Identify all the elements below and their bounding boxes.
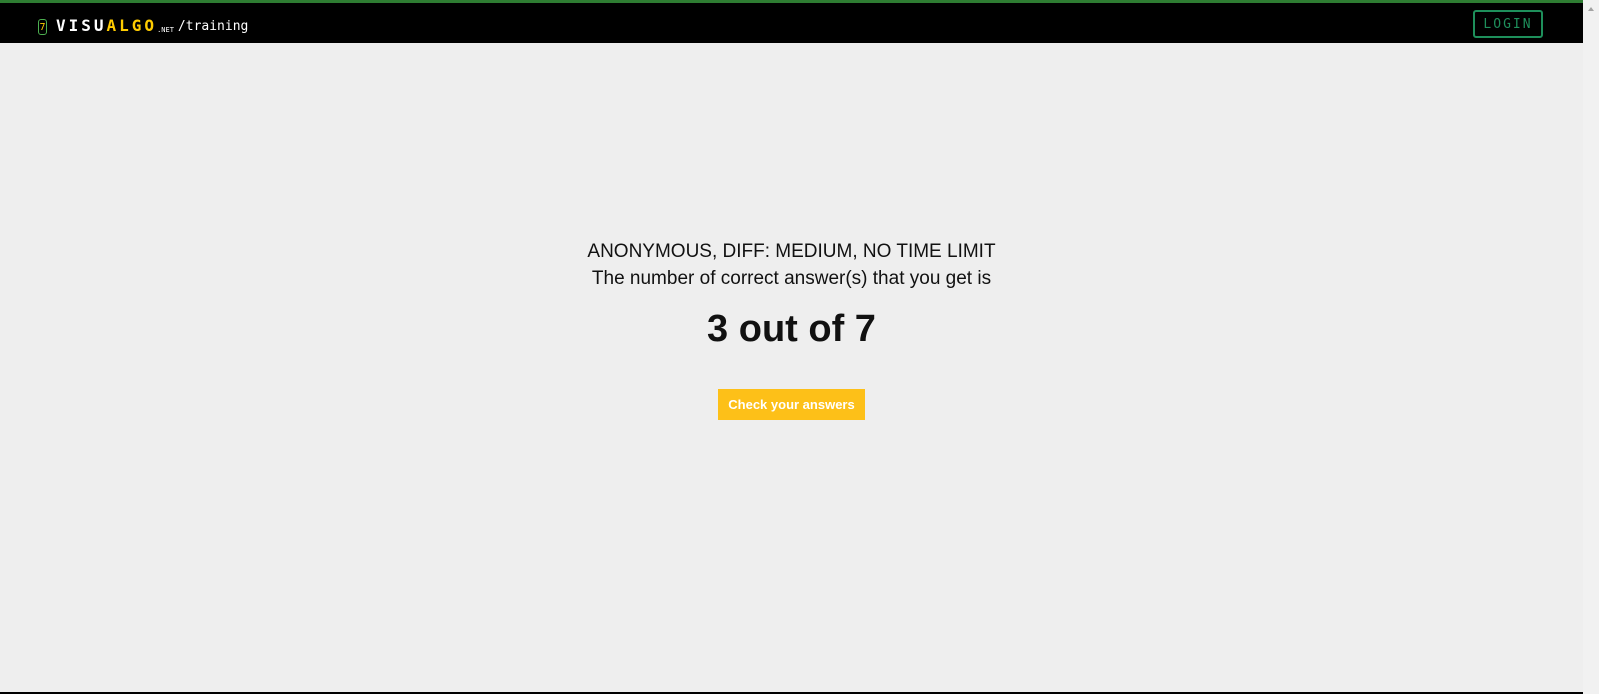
quiz-status-line: ANONYMOUS, DIFF: MEDIUM, NO TIME LIMIT <box>587 241 996 262</box>
scroll-up-arrow-icon[interactable] <box>1588 7 1594 11</box>
logo-text-algo: ALGO <box>106 16 158 35</box>
logo-badge-icon: 7 <box>38 19 47 35</box>
login-button[interactable]: LOGIN <box>1473 10 1543 38</box>
score-text: 3 out of 7 <box>707 308 876 350</box>
logo-text-net: .NET <box>157 26 174 34</box>
visualgo-logo[interactable]: 7 VISU ALGO .NET /training <box>38 15 248 35</box>
logo-text-visu: VISU <box>56 16 107 35</box>
navbar: 7 VISU ALGO .NET /training LOGIN <box>0 3 1583 43</box>
check-answers-button[interactable]: Check your answers <box>718 389 865 420</box>
quiz-result-panel: ANONYMOUS, DIFF: MEDIUM, NO TIME LIMIT T… <box>0 238 1583 420</box>
logo-path-training: /training <box>177 19 249 34</box>
vertical-scrollbar[interactable] <box>1583 0 1599 694</box>
result-message: The number of correct answer(s) that you… <box>591 268 992 289</box>
